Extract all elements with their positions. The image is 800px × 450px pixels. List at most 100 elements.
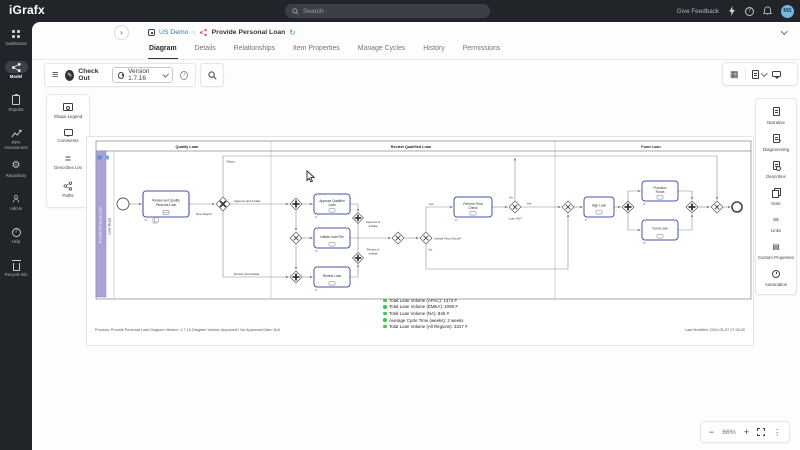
paths-icon [63, 181, 73, 191]
status-dot-icon [383, 318, 387, 322]
pool-label: Provide Personal Loan [99, 207, 103, 243]
lightning-icon[interactable] [728, 6, 736, 16]
subprocess-marker-icon [470, 212, 476, 216]
tab-diagram[interactable]: Diagram [148, 42, 178, 59]
chart-icon [11, 129, 22, 138]
export-document-button[interactable] [752, 70, 767, 79]
tab-divider [32, 59, 800, 60]
note-button[interactable]: Note [756, 184, 796, 209]
help-circle-icon: ? [12, 228, 21, 237]
collapse-header-icon[interactable] [781, 28, 787, 34]
tab-history[interactable]: History [422, 42, 445, 59]
svg-text:Initiate Loan File: Initiate Loan File [320, 235, 344, 239]
global-search-input[interactable]: Search [285, 4, 490, 18]
zoom-level: 66% [722, 429, 736, 436]
version-dropdown[interactable]: Version 1.7.16 [112, 67, 173, 83]
bell-icon[interactable] [763, 6, 772, 16]
user-avatar[interactable]: MS [781, 5, 794, 18]
sidebar-item-repository[interactable]: ⚙ Repository [0, 157, 32, 190]
start-event[interactable] [117, 198, 129, 210]
zoom-in-button[interactable]: + [744, 428, 749, 437]
sidebar-item-recycle-bin[interactable]: Recycle Bin [0, 256, 32, 289]
bpmn-canvas[interactable]: Qualify Loan Review Qualified Loan Fund … [91, 139, 755, 303]
more-options-icon[interactable]: ⋮ [773, 428, 781, 437]
sidebar-item-reports[interactable]: Reports [0, 91, 32, 124]
links-button[interactable]: ∞ Links [756, 211, 796, 236]
chevron-down-icon [163, 71, 169, 77]
breadcrumb-separator: › [192, 29, 194, 36]
tab-relationships[interactable]: Relationships [233, 42, 276, 59]
svg-text:Sign Loan: Sign Loan [592, 204, 607, 208]
subprocess-marker-icon [657, 235, 663, 239]
kpi-item: Total Loan Volume (All Regions): 3317 # [383, 323, 467, 330]
last-modified-footer: Last Modified: 2024-05-07 07:26:20 [685, 328, 745, 332]
process-share-icon [199, 28, 208, 37]
tab-item-properties[interactable]: Item Properties [292, 42, 341, 59]
sidebar-item-admin[interactable]: Admin [0, 190, 32, 223]
comments-button[interactable]: Comments [47, 126, 89, 147]
give-feedback-link[interactable]: Give Feedback [677, 8, 719, 15]
status-dot-icon [383, 325, 387, 329]
status-dot-icon [383, 312, 387, 316]
sidebar-item-rpa-assessment[interactable]: RPA Assessment [0, 124, 32, 157]
mouse-cursor [306, 170, 316, 183]
shape-legend-button[interactable]: Shape Legend [47, 100, 89, 122]
svg-text:Check: Check [468, 206, 477, 210]
sidebar-item-model[interactable]: Model [0, 58, 32, 91]
label-approve-and-initiate: Approve and Initiate [234, 199, 261, 203]
main-sidebar: Dashboard Model Reports RPA Assessment ⚙… [0, 22, 32, 450]
resource-indicator-icon: ⊘ [315, 288, 318, 292]
narrative-button[interactable]: Narrative [756, 103, 796, 128]
comments-icon [64, 129, 73, 136]
resource-indicator-icon: ⊘ [585, 218, 588, 222]
zoom-widget: − 66% + ⋮ [700, 421, 790, 443]
automation-icon [772, 270, 780, 278]
fullscreen-icon[interactable] [757, 428, 765, 436]
kpi-item: Total Loan Volume (APAC): 1372 # [383, 297, 467, 304]
zoom-out-button[interactable]: − [709, 428, 714, 437]
breadcrumb-item: Provide Personal Loan [212, 29, 286, 36]
attachment-icon [153, 218, 159, 224]
right-tool-palette: Narrative Diagramming Describes Note ∞ L… [755, 98, 797, 295]
tab-permissions[interactable]: Permissions [462, 42, 502, 59]
paths-button[interactable]: Paths [47, 178, 89, 202]
menu-icon[interactable]: ≡ [52, 70, 58, 80]
tab-manage-cycles[interactable]: Manage Cycles [357, 42, 407, 59]
kpi-item: Total Loan Volume (EMEA): 1099 # [383, 304, 467, 311]
panel-expand-button[interactable]: › [114, 25, 129, 40]
document-icon [752, 70, 759, 79]
resource-indicator-icon: ⊘ [315, 215, 318, 219]
subprocess-marker-icon [596, 211, 602, 215]
igrafx-logo: iGrafx [9, 3, 45, 17]
sidebar-item-dashboard[interactable]: Dashboard [0, 25, 32, 58]
divider [745, 68, 746, 80]
note-icon [772, 190, 779, 198]
end-event[interactable] [732, 202, 742, 212]
label-yes-check: Yes [429, 202, 434, 206]
sidebar-item-help[interactable]: ? Help [0, 223, 32, 256]
grid-view-icon[interactable]: ▦ [730, 69, 739, 80]
admin-person-icon [11, 194, 21, 204]
diagram-page[interactable]: Qualify Loan Review Qualified Loan Fund … [86, 136, 754, 346]
label-no-ok: No [509, 196, 513, 200]
tab-details[interactable]: Details [194, 42, 217, 59]
info-icon[interactable]: i [180, 71, 188, 80]
diagram-search-button[interactable] [200, 63, 224, 87]
check-out-button[interactable]: ✎ Check Out [65, 68, 105, 82]
describes-list-button[interactable]: ≣ Describes List [47, 151, 89, 174]
resource-indicator-icon: ⊘ [643, 202, 646, 206]
shape-legend-icon [63, 103, 73, 111]
automation-button[interactable]: Automation [756, 265, 796, 290]
breadcrumb: US Demo › Provide Personal Loan ↻ [148, 26, 296, 39]
comment-icon[interactable] [772, 71, 781, 78]
custom-properties-button[interactable]: ▤ Custom Properties [756, 238, 796, 263]
resource-indicator-icon: ⊘ [144, 218, 147, 222]
describes-button[interactable]: Describes [756, 157, 796, 182]
workspace-icon [148, 29, 155, 36]
pencil-icon: ✎ [65, 70, 74, 81]
label-yes-ok: Yes [527, 202, 532, 206]
breadcrumb-workspace[interactable]: US Demo [159, 29, 188, 36]
diagramming-button[interactable]: Diagramming [756, 130, 796, 155]
help-icon[interactable]: ? [745, 7, 754, 16]
checked-in-icon: ↻ [289, 29, 295, 36]
